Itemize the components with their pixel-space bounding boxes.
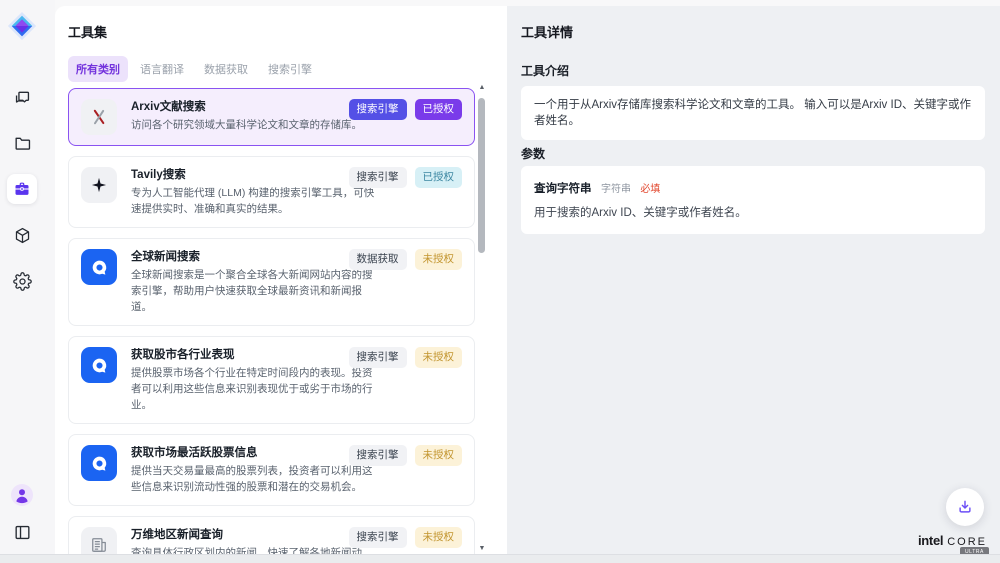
param-required-flag: 必填 [640, 184, 660, 195]
scrollbar-thumb[interactable] [478, 98, 485, 253]
newspaper-icon [81, 527, 117, 555]
app-logo-icon [7, 11, 37, 41]
param-name: 查询字符串 [534, 183, 592, 195]
tools-panel: 工具集 所有类别 语言翻译 数据获取 搜索引擎 Arxiv文献搜索 访问各个研究… [55, 6, 507, 555]
window-bottom-edge [0, 554, 1000, 563]
page-title: 工具集 [68, 22, 107, 41]
q-app-icon [81, 445, 117, 481]
tool-name: 获取股市各行业表现 [131, 347, 377, 363]
chat-icon[interactable] [7, 82, 37, 112]
tool-card[interactable]: 全球新闻搜索 全球新闻搜索是一个聚合全球各大新闻网站内容的搜索引擎，帮助用户快速… [68, 238, 475, 326]
q-app-icon [81, 249, 117, 285]
tool-name: 万维地区新闻查询 [131, 527, 377, 543]
tool-card[interactable]: 获取股市各行业表现 提供股票市场各个行业在特定时间段内的表现。投资者可以利用这些… [68, 336, 475, 424]
panel-toggle-icon[interactable] [7, 517, 37, 547]
category-badge: 搜索引擎 [349, 347, 407, 368]
tool-name: Arxiv文献搜索 [131, 99, 377, 115]
scrollbar[interactable]: ▲ ▼ [477, 84, 487, 553]
tool-list: Arxiv文献搜索 访问各个研究领域大量科学论文和文章的存储库。 搜索引擎 已授… [68, 88, 475, 555]
param-type: 字符串 [601, 184, 631, 195]
tool-description: 访问各个研究领域大量科学论文和文章的存储库。 [131, 117, 377, 133]
auth-status-badge: 未授权 [415, 347, 463, 368]
category-badge: 搜索引擎 [349, 99, 407, 120]
params-heading: 参数 [521, 145, 545, 162]
sidebar-bottom [0, 480, 44, 547]
tool-card[interactable]: Arxiv文献搜索 访问各个研究领域大量科学论文和文章的存储库。 搜索引擎 已授… [68, 88, 475, 146]
intel-core-logo: intel CORE ULTRA [918, 533, 987, 548]
category-badge: 搜索引擎 [349, 167, 407, 188]
q-app-icon [81, 347, 117, 383]
auth-status-badge: 未授权 [415, 445, 463, 466]
category-tabs: 所有类别 语言翻译 数据获取 搜索引擎 [68, 56, 320, 82]
auth-status-badge: 已授权 [415, 99, 463, 120]
sparkle-icon [81, 167, 117, 203]
user-avatar[interactable] [7, 480, 37, 510]
intro-heading: 工具介绍 [521, 62, 569, 79]
tool-name: Tavily搜索 [131, 167, 377, 183]
category-tab[interactable]: 数据获取 [196, 56, 256, 82]
arxiv-logo-icon [81, 99, 117, 135]
param-header: 查询字符串 字符串 必填 [534, 179, 972, 197]
scrollbar-up-arrow[interactable]: ▲ [477, 84, 487, 92]
auth-status-badge: 已授权 [415, 167, 463, 188]
tool-description: 提供股票市场各个行业在特定时间段内的表现。投资者可以利用这些信息来识别表现优于或… [131, 365, 377, 413]
category-tab[interactable]: 语言翻译 [132, 56, 192, 82]
tool-description: 专为人工智能代理 (LLM) 构建的搜索引擎工具，可快速提供实时、准确和真实的结… [131, 185, 377, 217]
intro-card: 一个用于从Arxiv存储库搜索科学论文和文章的工具。 输入可以是Arxiv ID… [521, 86, 985, 140]
auth-status-badge: 未授权 [415, 249, 463, 270]
tool-name: 全球新闻搜索 [131, 249, 377, 265]
category-tab[interactable]: 搜索引擎 [260, 56, 320, 82]
category-badge: 搜索引擎 [349, 527, 407, 548]
category-badge: 搜索引擎 [349, 445, 407, 466]
toolbox-icon[interactable] [7, 174, 37, 204]
tool-details-panel: 工具详情 工具介绍 一个用于从Arxiv存储库搜索科学论文和文章的工具。 输入可… [507, 6, 1000, 555]
details-title: 工具详情 [521, 22, 573, 41]
tool-card[interactable]: 万维地区新闻查询 查询具体行政区划内的新闻，快速了解各地新闻动 搜索引擎 未授权 [68, 516, 475, 555]
category-badge: 数据获取 [349, 249, 407, 270]
tool-description: 提供当天交易量最高的股票列表，投资者可以利用这些信息来识别流动性强的股票和潜在的… [131, 463, 377, 495]
download-icon [956, 498, 974, 516]
cube-icon[interactable] [7, 220, 37, 250]
tool-name: 获取市场最活跃股票信息 [131, 445, 377, 461]
tool-card[interactable]: 获取市场最活跃股票信息 提供当天交易量最高的股票列表，投资者可以利用这些信息来识… [68, 434, 475, 506]
tool-description: 全球新闻搜索是一个聚合全球各大新闻网站内容的搜索引擎，帮助用户快速获取全球最新资… [131, 267, 377, 315]
auth-status-badge: 未授权 [415, 527, 463, 548]
app-window: 工具集 所有类别 语言翻译 数据获取 搜索引擎 Arxiv文献搜索 访问各个研究… [0, 0, 1000, 563]
settings-gear-icon[interactable] [7, 266, 37, 296]
tool-card[interactable]: Tavily搜索 专为人工智能代理 (LLM) 构建的搜索引擎工具，可快速提供实… [68, 156, 475, 228]
download-button[interactable] [946, 488, 984, 526]
category-tab[interactable]: 所有类别 [68, 56, 128, 82]
param-card: 查询字符串 字符串 必填 用于搜索的Arxiv ID、关键字或作者姓名。 [521, 166, 985, 234]
param-description: 用于搜索的Arxiv ID、关键字或作者姓名。 [534, 206, 972, 221]
sidebar-nav [0, 82, 44, 296]
folder-icon[interactable] [7, 128, 37, 158]
left-sidebar [0, 0, 55, 563]
scrollbar-down-arrow[interactable]: ▼ [477, 545, 487, 553]
